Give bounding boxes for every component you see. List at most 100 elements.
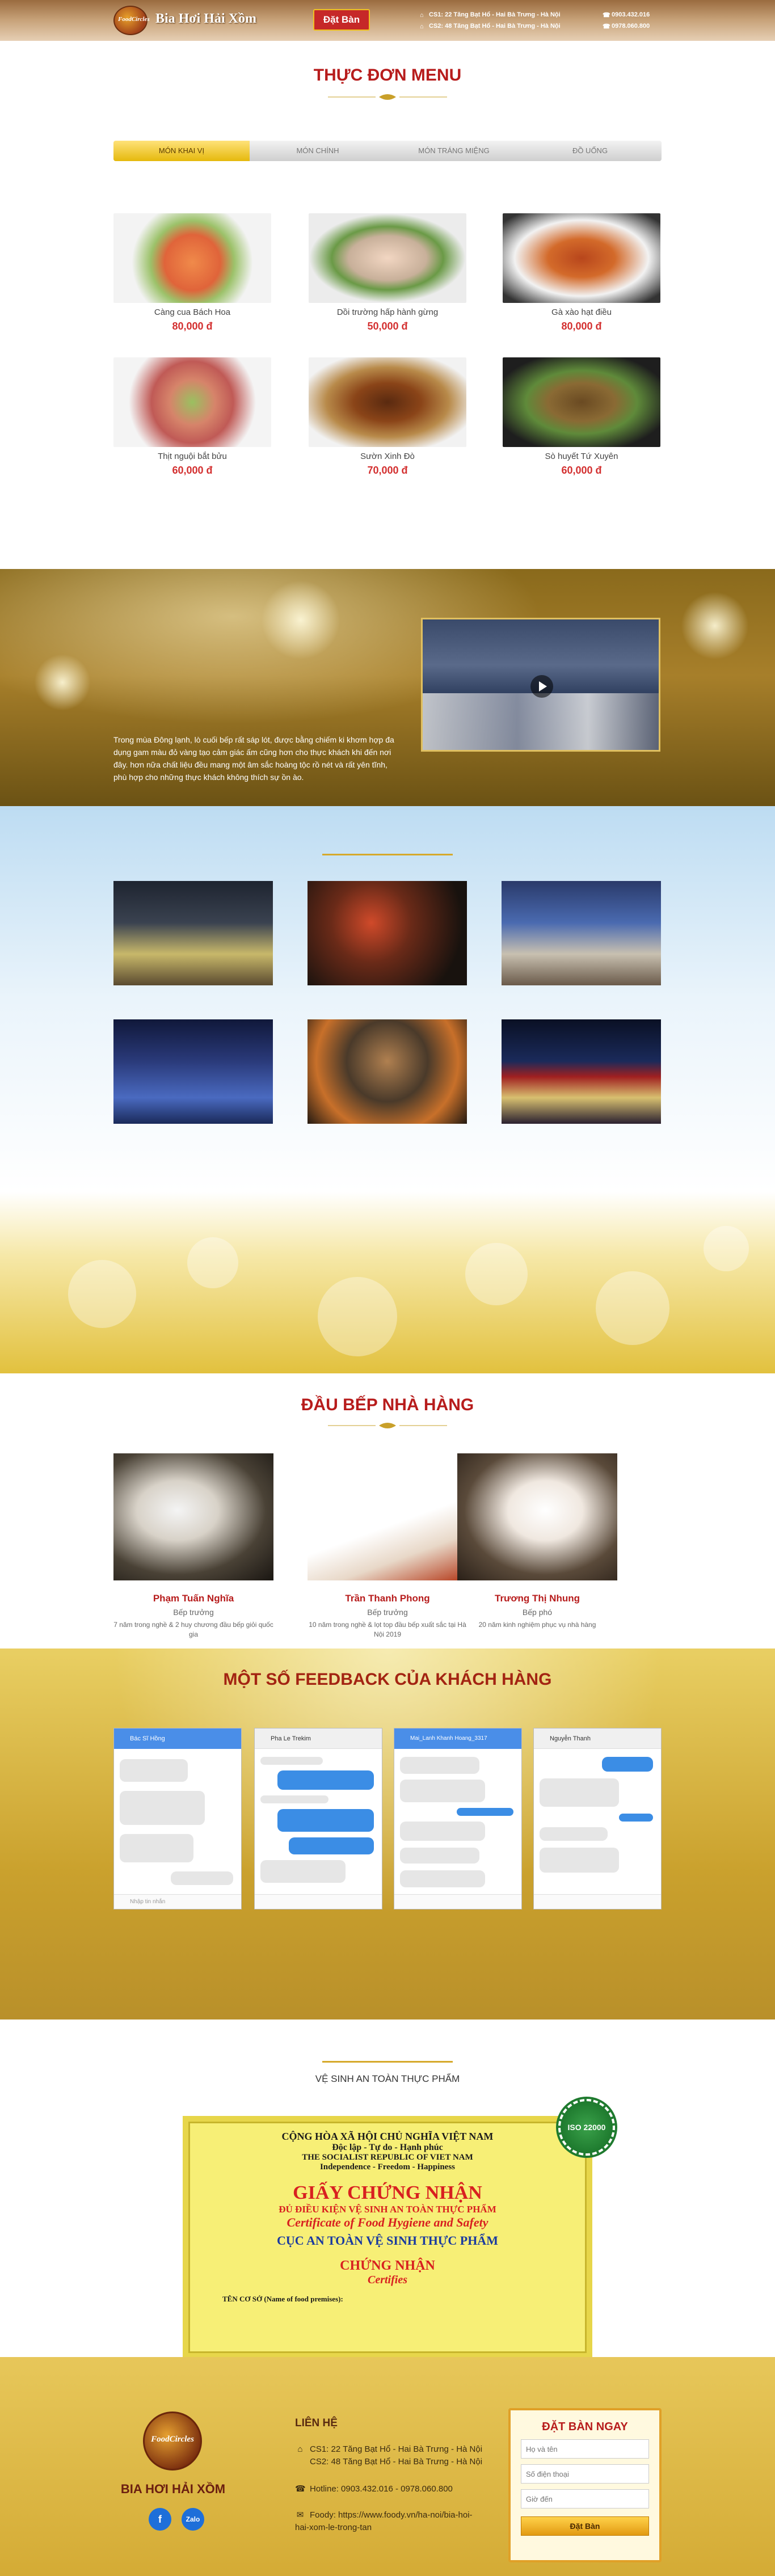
cert-line: Certifies [368,2274,407,2286]
site-footer: FoodCircles BIA HƠI HẢI XỒM f Zalo LIÊN … [0,2357,775,2576]
dish-card[interactable]: Sườn Xinh Đò 70,000 đ [309,357,466,477]
ornament-divider [328,94,447,100]
tab-appetizers[interactable]: MÓN KHAI VỊ [113,141,250,161]
bokeh-circle [318,1277,397,1356]
dish-price: 80,000 đ [172,321,213,332]
chat-screenshot[interactable]: Nguyễn Thanh [533,1728,662,1909]
chat-header: Mai_Lanh Khanh Hoang_3317 [394,1728,521,1749]
book-table-button[interactable]: Đặt Bàn [313,9,370,31]
section-divider [322,2061,453,2063]
chef-role: Bếp phó [522,1608,553,1617]
contact-address-2: CS2: 48 Tăng Bạt Hổ - Hai Bà Trưng - Hà … [310,2457,483,2467]
dish-name: Thịt nguội bắt bửu [158,452,227,461]
certificate-image: ISO 22000 CỘNG HÒA XÃ HỘI CHỦ NGHĨA VIỆT… [183,2099,615,2359]
contact-foody-link[interactable]: ✉ Foody: https://www.foody.vn/ha-noi/bia-… [295,2509,482,2534]
bokeh-circle [596,1271,669,1345]
booking-form-title: ĐẶT BÀN NGAY [542,2421,628,2433]
chat-header: Bác Sĩ Hồng [114,1728,241,1749]
contact-hotline[interactable]: ☎ Hotline: 0903.432.016 - 0978.060.800 [295,2483,453,2495]
chat-screenshot[interactable]: Bác Sĩ Hồng Nhập tin nhắn [113,1728,242,1909]
chat-header: Pha Le Trekim [255,1728,382,1749]
section-divider [322,854,453,855]
cert-line: Independence - Freedom - Happiness [319,2162,456,2172]
tab-drinks[interactable]: ĐỒ UỐNG [522,141,658,161]
booking-form: ĐẶT BÀN NGAY Đặt Bàn [508,2408,662,2562]
chef-photo [113,1453,273,1580]
time-field[interactable] [521,2489,649,2508]
chat-bubble [457,1808,513,1816]
chat-input[interactable] [394,1894,521,1909]
chef-card: Phạm Tuấn Nghĩa Bếp trưởng 7 năm trong n… [113,1453,273,1639]
chat-bubble [277,1770,374,1790]
name-field[interactable] [521,2439,649,2459]
dish-name: Gà xào hạt điều [551,307,612,317]
gallery-photo[interactable] [113,1019,273,1124]
contact-title: LIÊN HỆ [295,2417,338,2429]
chef-name: Trương Thị Nhung [495,1593,580,1604]
dish-card[interactable]: Gà xào hạt điều 80,000 đ [503,213,660,332]
video-player[interactable] [421,618,660,752]
dish-card[interactable]: Càng cua Bách Hoa 80,000 đ [113,213,271,332]
bokeh-circle [704,1226,749,1271]
chat-bubble [400,1870,485,1887]
lamp-light [681,592,749,660]
chat-input[interactable]: Nhập tin nhắn [114,1894,241,1909]
dish-price: 80,000 đ [561,321,602,332]
phone-icon: ☎ [603,12,610,19]
tab-desserts[interactable]: MÓN TRÁNG MIỆNG [386,141,522,161]
gallery-photo[interactable] [502,1019,661,1124]
brand-name[interactable]: Bia Hơi Hải Xồm [155,11,256,27]
submit-booking-button[interactable]: Đặt Bàn [521,2516,649,2536]
chat-screenshot[interactable]: Mai_Lanh Khanh Hoang_3317 [394,1728,522,1909]
lamp-light [261,580,340,660]
chef-role: Bếp trưởng [367,1608,408,1617]
footer-logo[interactable]: FoodCircles [143,2411,202,2470]
feedback-title: MỘT SỐ FEEDBACK CỦA KHÁCH HÀNG [223,1670,552,1689]
gallery-photo[interactable] [308,881,467,985]
chat-input[interactable] [534,1894,661,1909]
menu-title: THỰC ĐƠN MENU [313,66,462,85]
dish-card[interactable]: Dồi trường hấp hành gừng 50,000 đ [309,213,466,332]
gallery-photo[interactable] [308,1019,467,1124]
facebook-icon[interactable]: f [149,2508,171,2531]
chef-card: Trần Thanh Phong Bếp trưởng 10 năm trong… [308,1453,467,1639]
play-icon[interactable] [530,675,553,698]
tab-main-dishes[interactable]: MÓN CHÍNH [250,141,386,161]
header-address-2: ⌂ CS2: 48 Tăng Bạt Hổ - Hai Bà Trưng - Hà… [420,23,561,30]
phone-icon: ☎ [603,23,610,30]
cert-line: GIẤY CHỨNG NHẬN [293,2182,482,2203]
chat-bubble [260,1860,346,1883]
logo[interactable]: FoodCircles [113,6,150,35]
gallery-photo[interactable] [113,881,273,985]
bokeh-circle [187,1237,238,1288]
header-address-1: ⌂ CS1: 22 Tăng Bạt Hổ - Hai Bà Trưng - Hà… [420,11,561,19]
dish-photo [503,213,660,303]
decorative-banner [0,1192,775,1373]
dish-photo [309,357,466,447]
phone-field[interactable] [521,2464,649,2484]
cert-line: CỤC AN TOÀN VỆ SINH THỰC PHẨM [277,2233,498,2248]
chef-photo [308,1453,467,1580]
chat-bubble [120,1791,205,1825]
cert-line: Độc lập - Tự do - Hạnh phúc [332,2143,443,2152]
about-text: Trong mùa Đông lạnh, lò cuối bếp rất sáp… [113,735,394,782]
dish-name: Càng cua Bách Hoa [154,307,231,317]
site-header: FoodCircles Bia Hơi Hải Xồm Đặt Bàn ⌂ CS1… [0,0,775,41]
chat-input[interactable] [255,1894,382,1909]
header-phone-2[interactable]: ☎ 0978.060.800 [603,23,650,30]
chef-desc: 10 năm trong nghề & lọt top đầu bếp xuất… [309,1621,466,1638]
gallery-photo[interactable] [502,881,661,985]
dish-card[interactable]: Sò huyết Tứ Xuyên 60,000 đ [503,357,660,477]
about-section: Trong mùa Đông lạnh, lò cuối bếp rất sáp… [0,569,775,806]
iso-seal: ISO 22000 [558,2099,615,2156]
header-phone-1[interactable]: ☎ 0903.432.016 [603,11,650,19]
menu-tabs: MÓN KHAI VỊ MÓN CHÍNH MÓN TRÁNG MIỆNG ĐỒ… [113,141,662,161]
zalo-icon[interactable]: Zalo [182,2508,204,2531]
dish-name: Dồi trường hấp hành gừng [336,307,439,317]
chat-bubble [540,1848,619,1873]
chef-card: Trương Thị Nhung Bếp phó 20 năm kinh ngh… [457,1453,617,1630]
dish-card[interactable]: Thịt nguội bắt bửu 60,000 đ [113,357,271,477]
mail-icon: ✉ [296,2510,304,2520]
chat-bubble [619,1814,653,1822]
chat-screenshot[interactable]: Pha Le Trekim [254,1728,382,1909]
